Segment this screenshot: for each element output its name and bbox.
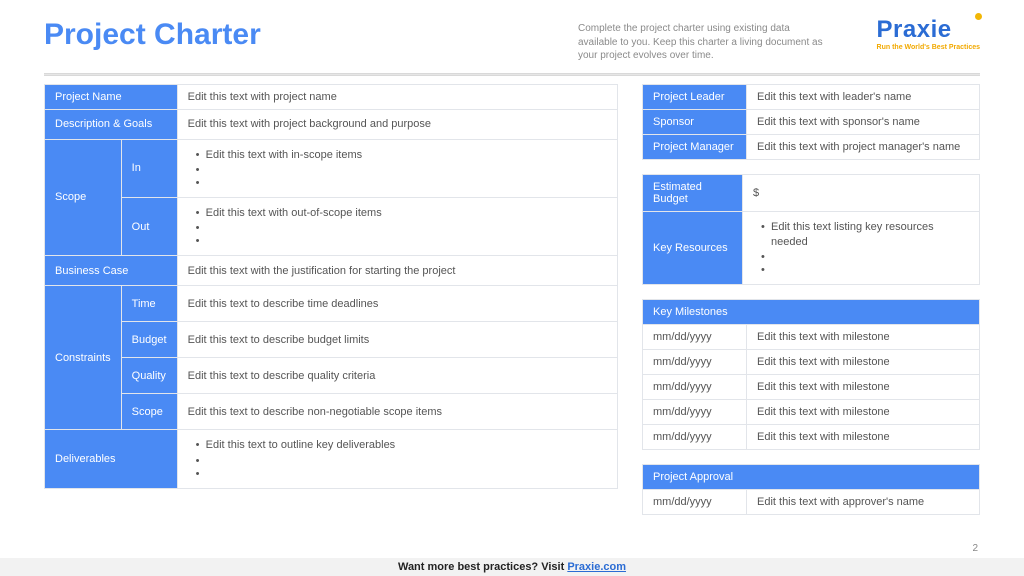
project-leader-field[interactable]: Edit this text with leader's name: [747, 84, 980, 109]
brand-tagline: Run the World's Best Practices: [877, 44, 980, 51]
business-case-field[interactable]: Edit this text with the justification fo…: [177, 256, 617, 286]
milestone-date[interactable]: mm/dd/yyyy: [643, 325, 747, 350]
approval-date[interactable]: mm/dd/yyyy: [643, 490, 747, 515]
project-manager-label: Project Manager: [643, 134, 747, 159]
footer-link[interactable]: Praxie.com: [567, 561, 626, 573]
constraint-scope-label: Scope: [121, 394, 177, 430]
estimated-budget-field[interactable]: $: [743, 174, 980, 211]
constraints-label: Constraints: [45, 286, 122, 430]
project-name-field[interactable]: Edit this text with project name: [177, 84, 617, 109]
business-case-label: Business Case: [45, 256, 178, 286]
page-number: 2: [972, 543, 978, 554]
constraint-time-field[interactable]: Edit this text to describe time deadline…: [177, 286, 617, 322]
scope-in-label: In: [121, 139, 177, 197]
sponsor-field[interactable]: Edit this text with sponsor's name: [747, 109, 980, 134]
key-milestones-header: Key Milestones: [643, 300, 980, 325]
approval-table: Project Approval mm/dd/yyyyEdit this tex…: [642, 464, 980, 515]
footer-text: Want more best practices? Visit: [398, 561, 567, 573]
milestone-text[interactable]: Edit this text with milestone: [747, 400, 980, 425]
constraint-budget-label: Budget: [121, 322, 177, 358]
project-approval-header: Project Approval: [643, 465, 980, 490]
scope-out-field[interactable]: Edit this text with out-of-scope items: [177, 197, 617, 255]
milestone-text[interactable]: Edit this text with milestone: [747, 425, 980, 450]
deliverables-label: Deliverables: [45, 430, 178, 488]
project-leader-label: Project Leader: [643, 84, 747, 109]
milestone-text[interactable]: Edit this text with milestone: [747, 325, 980, 350]
milestones-table: Key Milestones mm/dd/yyyyEdit this text …: [642, 299, 980, 450]
constraint-quality-label: Quality: [121, 358, 177, 394]
project-name-label: Project Name: [45, 84, 178, 109]
divider: [44, 73, 980, 76]
key-resources-field[interactable]: Edit this text listing key resources nee…: [743, 211, 980, 285]
instructions-text: Complete the project charter using exist…: [578, 18, 828, 63]
project-manager-field[interactable]: Edit this text with project manager's na…: [747, 134, 980, 159]
milestone-date[interactable]: mm/dd/yyyy: [643, 400, 747, 425]
footer-bar: Want more best practices? Visit Praxie.c…: [0, 558, 1024, 576]
milestone-date[interactable]: mm/dd/yyyy: [643, 350, 747, 375]
description-label: Description & Goals: [45, 109, 178, 139]
estimated-budget-label: Estimated Budget: [643, 174, 743, 211]
page-title: Project Charter: [44, 18, 554, 52]
milestone-date[interactable]: mm/dd/yyyy: [643, 425, 747, 450]
constraint-scope-field[interactable]: Edit this text to describe non-negotiabl…: [177, 394, 617, 430]
description-field[interactable]: Edit this text with project background a…: [177, 109, 617, 139]
approval-name-field[interactable]: Edit this text with approver's name: [747, 490, 980, 515]
brand-name: Praxie: [877, 18, 980, 42]
milestone-text[interactable]: Edit this text with milestone: [747, 375, 980, 400]
deliverables-field[interactable]: Edit this text to outline key deliverabl…: [177, 430, 617, 488]
scope-out-label: Out: [121, 197, 177, 255]
constraint-time-label: Time: [121, 286, 177, 322]
scope-label: Scope: [45, 139, 122, 256]
budget-resources-table: Estimated Budget$ Key ResourcesEdit this…: [642, 174, 980, 286]
constraint-budget-field[interactable]: Edit this text to describe budget limits: [177, 322, 617, 358]
roles-table: Project LeaderEdit this text with leader…: [642, 84, 980, 160]
key-resources-label: Key Resources: [643, 211, 743, 285]
milestone-date[interactable]: mm/dd/yyyy: [643, 375, 747, 400]
sponsor-label: Sponsor: [643, 109, 747, 134]
scope-in-field[interactable]: Edit this text with in-scope items: [177, 139, 617, 197]
brand-logo: Praxie Run the World's Best Practices: [877, 18, 980, 51]
charter-main-table: Project Name Edit this text with project…: [44, 84, 618, 489]
milestone-text[interactable]: Edit this text with milestone: [747, 350, 980, 375]
constraint-quality-field[interactable]: Edit this text to describe quality crite…: [177, 358, 617, 394]
